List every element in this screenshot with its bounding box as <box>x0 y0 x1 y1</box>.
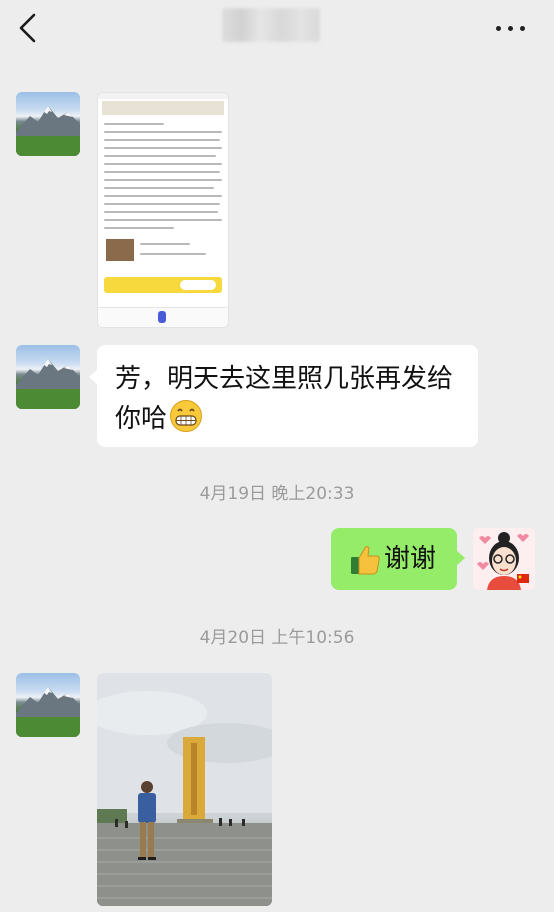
message-text: 芳，明天去这里照几张再发给你哈 <box>115 364 454 434</box>
grin-emoji <box>170 400 203 432</box>
more-dots-icon[interactable] <box>494 16 528 40</box>
chat-header <box>0 0 554 62</box>
my-avatar[interactable] <box>473 528 535 590</box>
contact-avatar[interactable] <box>16 345 80 409</box>
monument-photo[interactable] <box>97 673 272 906</box>
article-screenshot-image[interactable] <box>97 92 229 328</box>
contact-avatar[interactable] <box>16 92 80 156</box>
message-text: 谢谢 <box>384 544 437 574</box>
message-timestamp: 4月20日 上午10:56 <box>199 628 355 648</box>
contact-name-blurred <box>222 8 320 42</box>
message-bubble[interactable]: 芳，明天去这里照几张再发给你哈 <box>89 345 478 447</box>
thumbs-up-emoji <box>351 546 380 575</box>
chevron-left-icon[interactable] <box>14 12 44 44</box>
message-bubble-outgoing[interactable]: 谢谢 <box>331 528 465 590</box>
contact-avatar[interactable] <box>16 673 80 737</box>
message-timestamp: 4月19日 晚上20:33 <box>199 484 355 504</box>
